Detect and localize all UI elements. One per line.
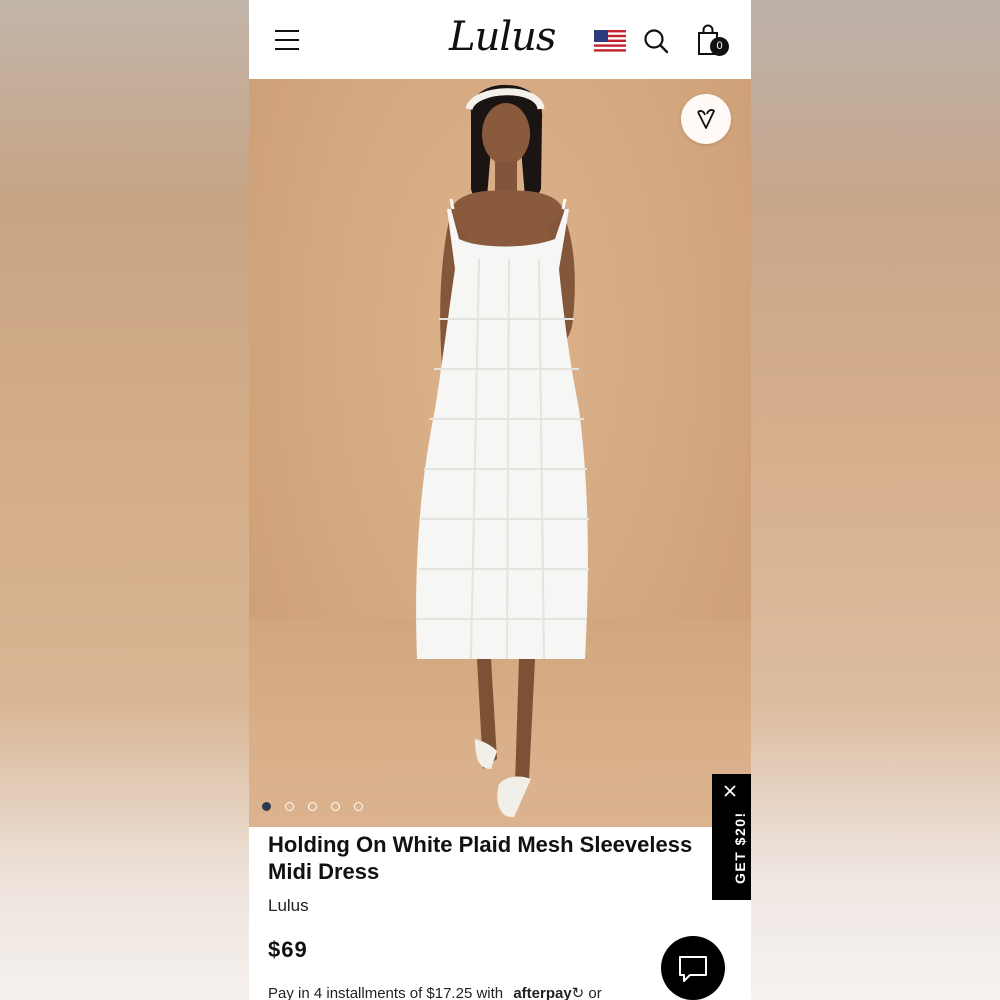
gallery-dot[interactable] [262, 802, 271, 811]
product-brand[interactable]: Lulus [268, 896, 309, 916]
installment-suffix: or [588, 985, 602, 1000]
afterpay-icon: ↻ [571, 985, 585, 1000]
product-image[interactable] [249, 79, 751, 827]
installment-text: Pay in 4 installments of $17.25 with [268, 985, 504, 1000]
background-blur-right [751, 0, 1000, 1000]
close-icon[interactable] [723, 784, 737, 798]
favorite-button[interactable] [681, 94, 731, 144]
gallery-dot[interactable] [285, 802, 294, 811]
chat-button[interactable] [661, 936, 725, 1000]
background-blur-left [0, 0, 249, 1000]
product-title: Holding On White Plaid Mesh Sleeveless M… [268, 832, 693, 884]
installment-info: Pay in 4 installments of $17.25 with aft… [268, 984, 602, 1000]
gallery-dot[interactable] [354, 802, 363, 811]
cart-count-badge[interactable]: 0 [710, 37, 729, 56]
heart-icon [697, 109, 715, 129]
afterpay-logo[interactable]: afterpay [513, 985, 571, 1000]
site-header: Lulus 0 [249, 0, 751, 79]
product-price: $69 [268, 937, 308, 962]
phone-screen: Lulus 0 GET $20! Holding On White Plaid … [249, 0, 751, 1000]
search-icon[interactable] [643, 28, 669, 54]
site-logo[interactable]: Lulus [449, 12, 556, 62]
menu-icon[interactable] [275, 30, 299, 50]
us-flag-icon[interactable] [594, 30, 626, 54]
gallery-dot[interactable] [331, 802, 340, 811]
model-in-white-dress-image [416, 84, 589, 818]
gallery-dot[interactable] [308, 802, 317, 811]
chat-icon [679, 956, 707, 982]
